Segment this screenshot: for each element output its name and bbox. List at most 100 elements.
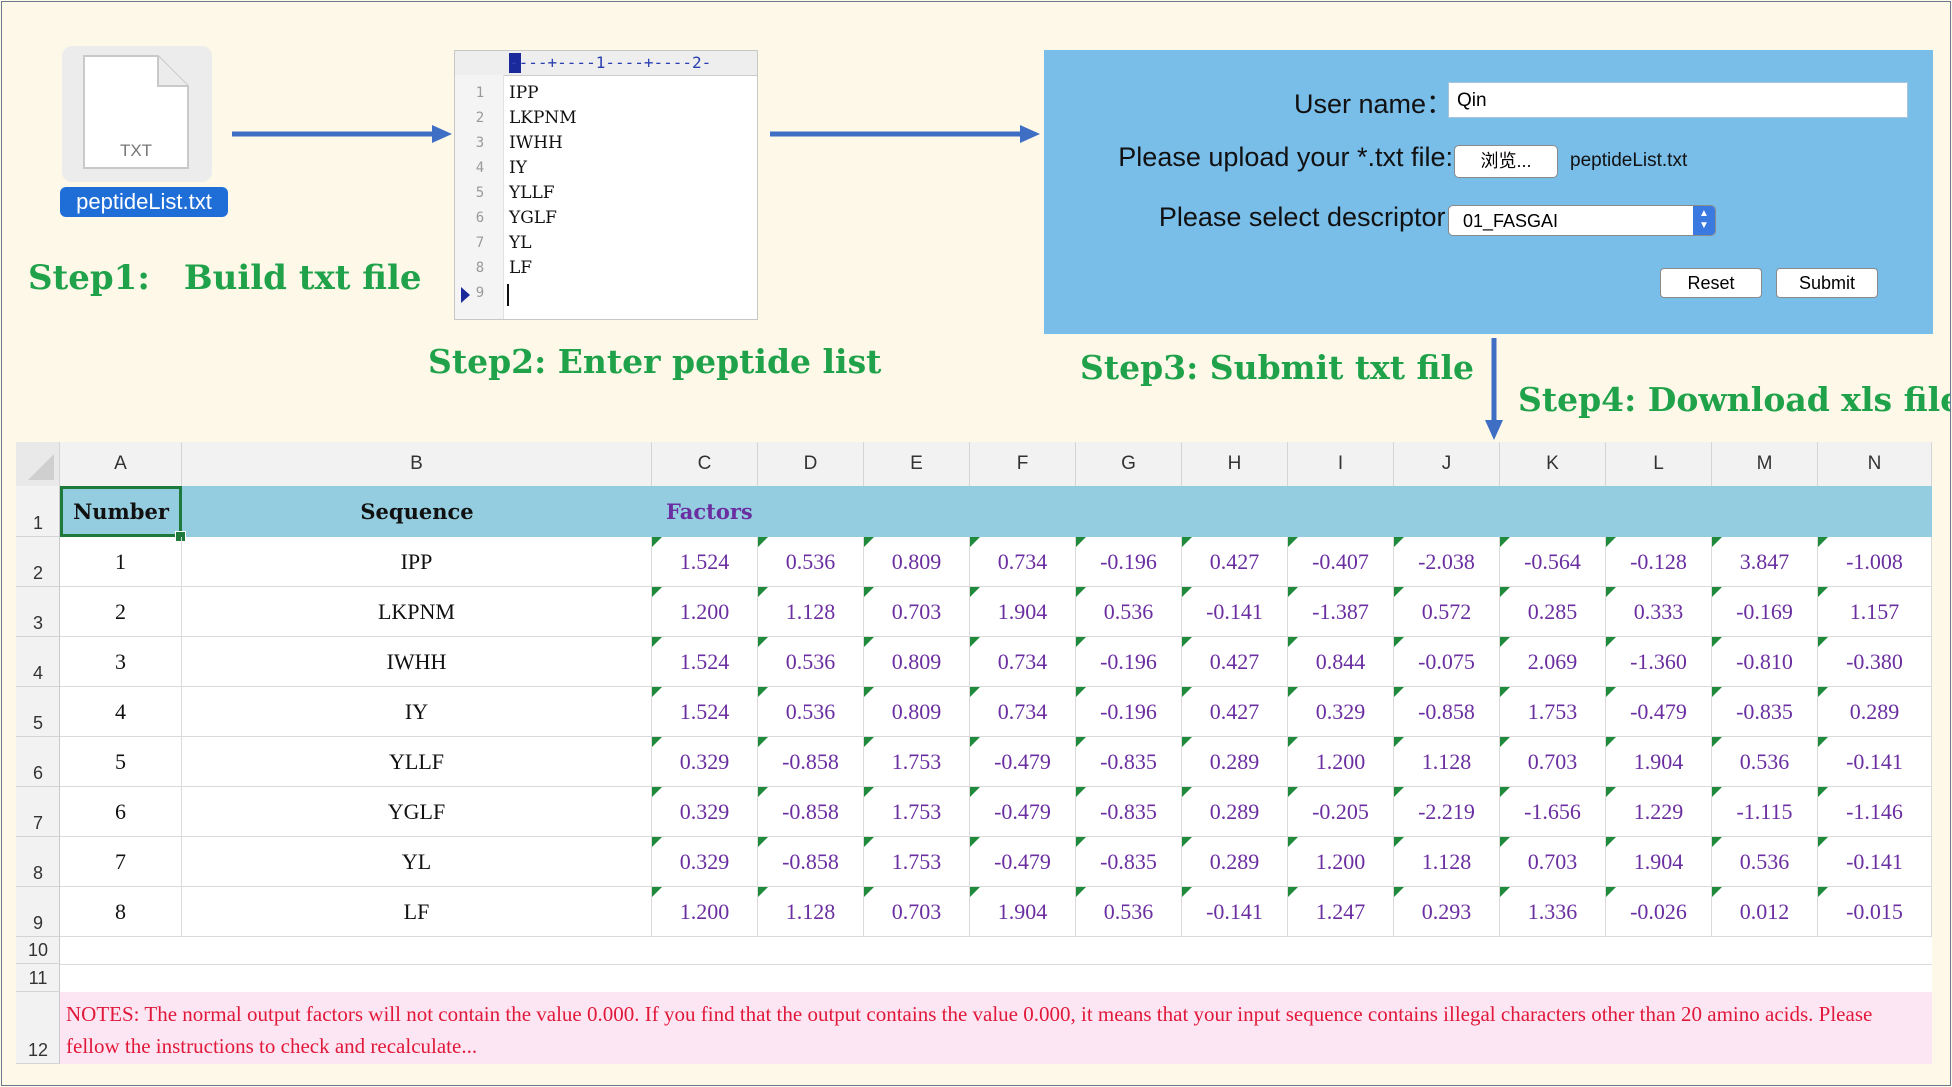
column-header[interactable]: J xyxy=(1394,442,1500,486)
factor-cell[interactable]: -1.387 xyxy=(1288,587,1394,637)
editor-line[interactable]: 2 LKPNM xyxy=(455,106,757,131)
factor-cell[interactable]: 1.229 xyxy=(1606,787,1712,837)
factor-cell[interactable]: 1.200 xyxy=(652,887,758,937)
reset-button[interactable]: Reset xyxy=(1660,268,1762,298)
browse-button[interactable]: 浏览... xyxy=(1454,145,1558,178)
factor-cell[interactable]: 1.904 xyxy=(1606,737,1712,787)
sequence-cell[interactable]: LF xyxy=(182,887,652,937)
sequence-cell[interactable]: LKPNM xyxy=(182,587,652,637)
text-editor[interactable]: ----+----1----+----2- 1 IPP 2 LKPNM 3 IWHH … xyxy=(454,50,758,320)
row-header[interactable]: 7 xyxy=(16,787,60,837)
factor-cell[interactable]: 0.289 xyxy=(1182,737,1288,787)
file-name-label[interactable]: peptideList.txt xyxy=(60,187,228,217)
factor-cell[interactable]: 0.536 xyxy=(1076,587,1182,637)
factor-cell[interactable]: 3.847 xyxy=(1712,537,1818,587)
column-header[interactable]: F xyxy=(970,442,1076,486)
factor-cell[interactable]: -0.479 xyxy=(1606,687,1712,737)
factor-cell[interactable]: 0.427 xyxy=(1182,637,1288,687)
factor-cell[interactable]: -2.038 xyxy=(1394,537,1500,587)
factor-cell[interactable]: 0.703 xyxy=(1500,837,1606,887)
factor-cell[interactable]: 1.524 xyxy=(652,537,758,587)
factor-cell[interactable]: 1.524 xyxy=(652,637,758,687)
factor-cell[interactable]: -0.858 xyxy=(758,737,864,787)
factor-cell[interactable]: 1.753 xyxy=(864,837,970,887)
factor-cell[interactable]: 0.329 xyxy=(652,737,758,787)
factor-cell[interactable]: 0.536 xyxy=(758,687,864,737)
factor-cell[interactable]: -0.835 xyxy=(1076,737,1182,787)
factor-cell[interactable]: 0.427 xyxy=(1182,537,1288,587)
factor-cell[interactable]: 1.200 xyxy=(652,587,758,637)
factor-cell[interactable]: -0.196 xyxy=(1076,637,1182,687)
select-all-corner[interactable] xyxy=(16,442,60,486)
factor-cell[interactable]: 1.128 xyxy=(758,887,864,937)
factors-header-cell[interactable]: Factors xyxy=(666,486,786,537)
number-cell[interactable]: 8 xyxy=(60,887,182,937)
factor-cell[interactable]: 0.809 xyxy=(864,537,970,587)
number-cell[interactable]: 2 xyxy=(60,587,182,637)
factor-cell[interactable]: 0.289 xyxy=(1182,787,1288,837)
factor-cell[interactable]: 0.734 xyxy=(970,637,1076,687)
editor-line[interactable]: 4 IY xyxy=(455,156,757,181)
factor-cell[interactable]: -0.858 xyxy=(1394,687,1500,737)
factor-cell[interactable]: 1.128 xyxy=(758,587,864,637)
factor-cell[interactable]: 0.809 xyxy=(864,637,970,687)
factor-cell[interactable]: 1.157 xyxy=(1818,587,1932,637)
factor-cell[interactable]: -0.169 xyxy=(1712,587,1818,637)
factor-cell[interactable]: -0.141 xyxy=(1818,737,1932,787)
row-header[interactable]: 3 xyxy=(16,587,60,637)
factor-cell[interactable]: -0.858 xyxy=(758,837,864,887)
row-header[interactable]: 6 xyxy=(16,737,60,787)
factor-cell[interactable]: -0.196 xyxy=(1076,687,1182,737)
factor-cell[interactable]: -0.835 xyxy=(1712,687,1818,737)
sequence-cell[interactable]: IY xyxy=(182,687,652,737)
column-header[interactable]: B xyxy=(182,442,652,486)
txt-file-icon[interactable]: TXT xyxy=(62,46,212,182)
sequence-cell[interactable]: YGLF xyxy=(182,787,652,837)
factor-cell[interactable]: 0.703 xyxy=(864,887,970,937)
column-header[interactable]: K xyxy=(1500,442,1606,486)
factor-cell[interactable]: -0.128 xyxy=(1606,537,1712,587)
factor-cell[interactable]: 0.333 xyxy=(1606,587,1712,637)
row-header[interactable]: 4 xyxy=(16,637,60,687)
factor-cell[interactable]: -2.219 xyxy=(1394,787,1500,837)
editor-line[interactable]: 1 IPP xyxy=(455,81,757,106)
factor-cell[interactable]: 1.128 xyxy=(1394,737,1500,787)
column-header[interactable]: M xyxy=(1712,442,1818,486)
factor-cell[interactable]: 0.703 xyxy=(1500,737,1606,787)
factor-cell[interactable]: 1.904 xyxy=(970,887,1076,937)
factor-cell[interactable]: 0.734 xyxy=(970,537,1076,587)
row-header[interactable]: 5 xyxy=(16,687,60,737)
factor-cell[interactable]: 1.904 xyxy=(1606,837,1712,887)
factor-cell[interactable]: -0.015 xyxy=(1818,887,1932,937)
row-header[interactable]: 8 xyxy=(16,837,60,887)
number-cell[interactable]: 1 xyxy=(60,537,182,587)
factor-cell[interactable]: -0.479 xyxy=(970,737,1076,787)
empty-row[interactable] xyxy=(60,964,1932,993)
editor-line[interactable]: 7 YL xyxy=(455,231,757,256)
column-header[interactable]: D xyxy=(758,442,864,486)
editor-line[interactable]: 9 xyxy=(455,281,757,306)
factor-cell[interactable]: -1.115 xyxy=(1712,787,1818,837)
editor-line[interactable]: 3 IWHH xyxy=(455,131,757,156)
factor-cell[interactable]: -1.146 xyxy=(1818,787,1932,837)
column-header[interactable]: C xyxy=(652,442,758,486)
factor-cell[interactable]: 0.293 xyxy=(1394,887,1500,937)
factor-cell[interactable]: 0.536 xyxy=(758,637,864,687)
number-cell[interactable]: 4 xyxy=(60,687,182,737)
username-input[interactable]: Qin xyxy=(1448,82,1908,118)
editor-line[interactable]: 8 LF xyxy=(455,256,757,281)
factor-cell[interactable]: 1.753 xyxy=(864,737,970,787)
factor-cell[interactable]: -0.141 xyxy=(1818,837,1932,887)
factor-cell[interactable]: 0.536 xyxy=(1712,737,1818,787)
number-cell[interactable]: 3 xyxy=(60,637,182,687)
factor-cell[interactable]: 0.427 xyxy=(1182,687,1288,737)
empty-row[interactable] xyxy=(60,937,1932,965)
factor-cell[interactable]: 0.289 xyxy=(1818,687,1932,737)
column-header[interactable]: A xyxy=(60,442,182,486)
factor-cell[interactable]: 1.904 xyxy=(970,587,1076,637)
row-header[interactable]: 10 xyxy=(16,937,60,964)
factor-cell[interactable]: -1.656 xyxy=(1500,787,1606,837)
factor-cell[interactable]: 0.703 xyxy=(864,587,970,637)
factor-cell[interactable]: 0.329 xyxy=(1288,687,1394,737)
row-header[interactable]: 9 xyxy=(16,887,60,937)
